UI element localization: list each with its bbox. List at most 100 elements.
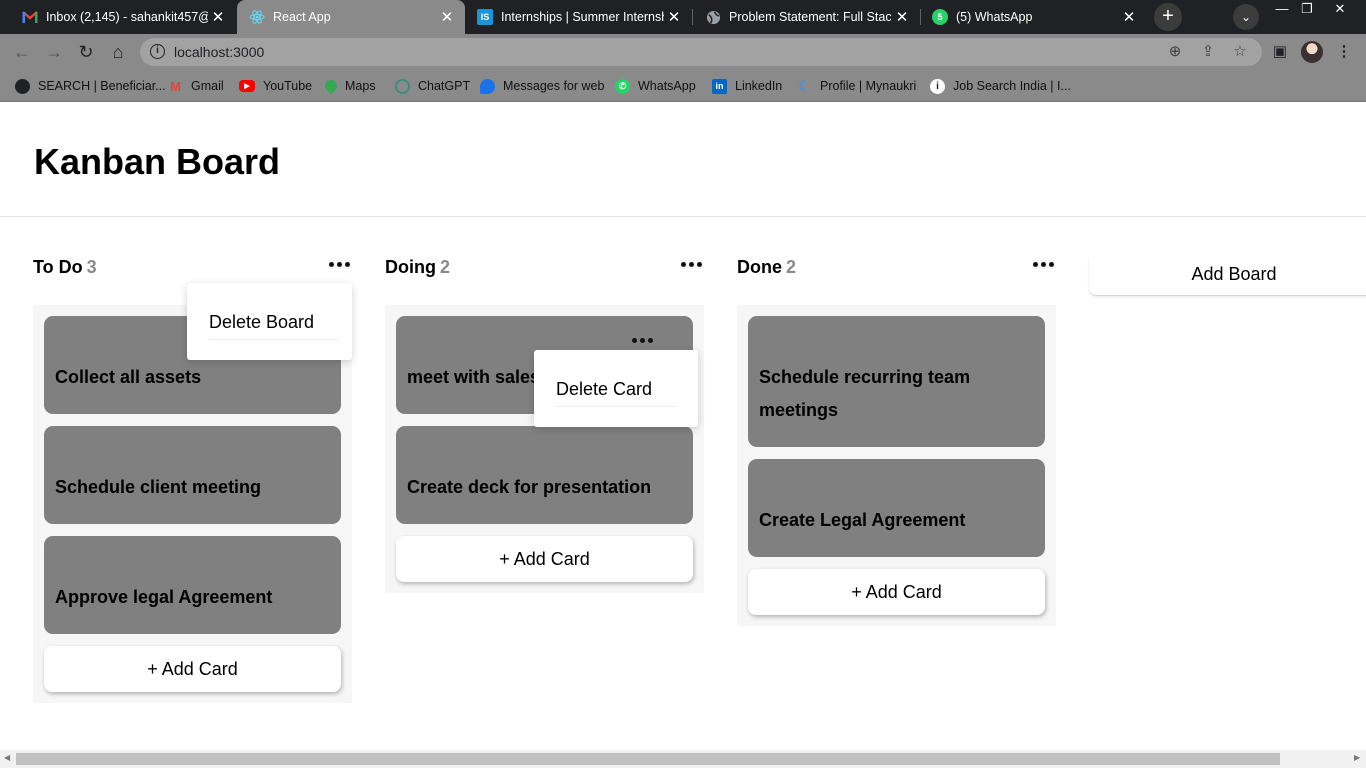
card[interactable]: Schedule recurring team meetings xyxy=(748,316,1045,447)
scroll-left-arrow-icon[interactable]: ◀ xyxy=(4,753,10,762)
new-tab-button[interactable]: + xyxy=(1154,3,1182,31)
board-name: Done xyxy=(737,257,782,277)
tab-search-chevron-icon[interactable]: ⌄ xyxy=(1233,4,1259,30)
card-more-icon[interactable] xyxy=(630,334,654,346)
card[interactable]: Create deck for presentation xyxy=(396,426,693,524)
internshala-icon: IS xyxy=(477,9,493,25)
browser-menu-icon[interactable]: ⋮ xyxy=(1334,42,1354,60)
close-tab-icon[interactable]: ✕ xyxy=(892,8,912,26)
bookmark-label: Profile | Mynaukri xyxy=(820,79,917,93)
home-icon[interactable]: ⌂ xyxy=(106,40,130,64)
bookmark-label: ChatGPT xyxy=(418,79,471,93)
board-title-done: Done 2 xyxy=(737,257,796,278)
board-todo: Collect all assets Schedule client meeti… xyxy=(33,305,352,703)
board-more-icon[interactable] xyxy=(1031,255,1055,273)
bookmark-star-icon[interactable]: ☆ xyxy=(1230,42,1250,60)
board-doing: meet with sales Create deck for presenta… xyxy=(385,305,704,593)
card-title: Schedule client meeting xyxy=(55,477,262,497)
close-tab-icon[interactable]: ✕ xyxy=(437,8,457,26)
board-title-todo: To Do 3 xyxy=(33,257,97,278)
browser-toolbar: ← → ↻ ⌂ i localhost:3000 ⊕ ⇪ ☆ ▣ ⋮ xyxy=(0,34,1366,70)
forward-arrow-icon[interactable]: → xyxy=(42,40,66,64)
add-card-button[interactable]: + Add Card xyxy=(396,536,693,582)
browser-tab-internships[interactable]: IS Internships | Summer Internships ✕ xyxy=(465,0,692,34)
bookmark-label: WhatsApp xyxy=(638,79,696,93)
tab-title: Internships | Summer Internships xyxy=(501,10,664,24)
maps-icon xyxy=(322,77,340,95)
close-window-icon[interactable]: ✕ xyxy=(1323,0,1357,18)
board-title-doing: Doing 2 xyxy=(385,257,450,278)
bookmark-gmail[interactable]: M Gmail xyxy=(168,77,224,95)
card-title: Create Legal Agreement xyxy=(759,510,966,530)
bookmark-whatsapp[interactable]: ✆ WhatsApp xyxy=(615,77,696,95)
tab-title: (5) WhatsApp xyxy=(956,10,1033,24)
tab-separator xyxy=(692,9,693,25)
linkedin-icon: in xyxy=(712,78,727,94)
browser-tab-gmail[interactable]: Inbox (2,145) - sahankit457@gmail.com ✕ xyxy=(10,0,236,34)
horizontal-scrollbar[interactable]: ◀ ▶ xyxy=(0,750,1366,768)
globe-icon xyxy=(705,9,721,25)
tab-title: React App xyxy=(273,10,331,24)
close-tab-icon[interactable]: ✕ xyxy=(208,8,228,26)
app-header: Kanban Board xyxy=(0,103,1366,217)
card-title: meet with sales xyxy=(407,367,541,387)
card-title: Create deck for presentation xyxy=(407,477,652,497)
bookmark-linkedin[interactable]: in LinkedIn xyxy=(712,77,782,95)
scroll-right-arrow-icon[interactable]: ▶ xyxy=(1354,753,1360,762)
card-dropdown-menu: Delete Card xyxy=(534,350,698,427)
bookmark-naukri[interactable]: ☾ Profile | Mynaukri xyxy=(797,77,916,95)
bookmarks-bar: SEARCH | Beneficiar... M Gmail ▶ YouTube… xyxy=(0,70,1366,102)
bookmark-messages[interactable]: Messages for web xyxy=(480,77,604,95)
board-card-count: 2 xyxy=(440,257,451,277)
address-bar[interactable]: i localhost:3000 ⊕ ⇪ ☆ xyxy=(140,38,1262,66)
browser-tab-whatsapp[interactable]: 5 (5) WhatsApp ✕ xyxy=(920,0,1147,34)
back-arrow-icon[interactable]: ← xyxy=(10,40,34,64)
reload-icon[interactable]: ↻ xyxy=(74,40,98,64)
bookmark-maps[interactable]: Maps xyxy=(322,77,376,95)
chatgpt-icon xyxy=(395,78,410,94)
card[interactable]: Schedule client meeting xyxy=(44,426,341,524)
browser-tabstrip: Inbox (2,145) - sahankit457@gmail.com ✕ … xyxy=(0,0,1366,34)
whatsapp-icon: ✆ xyxy=(615,78,630,94)
share-icon[interactable]: ⇪ xyxy=(1198,42,1218,60)
gmail-icon xyxy=(22,9,38,25)
board-done: Schedule recurring team meetings Create … xyxy=(737,305,1056,626)
add-card-button[interactable]: + Add Card xyxy=(748,569,1045,615)
delete-board-option[interactable]: Delete Board xyxy=(209,312,339,340)
bookmark-chatgpt[interactable]: ChatGPT xyxy=(395,77,470,95)
delete-card-option[interactable]: Delete Card xyxy=(556,379,677,407)
restore-icon[interactable]: ❐ xyxy=(1290,0,1324,18)
site-info-icon[interactable]: i xyxy=(150,44,165,59)
board-name: To Do xyxy=(33,257,83,277)
side-panel-icon[interactable]: ▣ xyxy=(1270,42,1290,60)
scrollbar-thumb[interactable] xyxy=(16,753,1280,765)
info-icon: i xyxy=(930,78,945,94)
bookmark-label: Gmail xyxy=(191,79,224,93)
bookmark-youtube[interactable]: ▶ YouTube xyxy=(239,77,312,95)
card-title: Schedule recurring team meetings xyxy=(759,367,971,420)
zoom-icon[interactable]: ⊕ xyxy=(1165,42,1185,60)
bookmark-job-search[interactable]: i Job Search India | I... xyxy=(930,77,1071,95)
close-tab-icon[interactable]: ✕ xyxy=(1119,8,1139,26)
close-tab-icon[interactable]: ✕ xyxy=(664,8,684,26)
card[interactable]: Approve legal Agreement xyxy=(44,536,341,634)
bookmark-label: SEARCH | Beneficiar... xyxy=(38,79,166,93)
bookmark-search-beneficiary[interactable]: SEARCH | Beneficiar... xyxy=(15,77,166,95)
tab-title: Problem Statement: Full Stack xyxy=(729,10,892,24)
board-card-count: 2 xyxy=(786,257,797,277)
browser-tab-react-app[interactable]: React App ✕ xyxy=(237,0,465,34)
board-more-icon[interactable] xyxy=(679,255,703,273)
naukri-icon: ☾ xyxy=(798,77,811,94)
browser-tab-problem-statement[interactable]: Problem Statement: Full Stack ✕ xyxy=(693,0,920,34)
profile-avatar[interactable] xyxy=(1301,41,1323,63)
bookmark-label: Maps xyxy=(345,79,376,93)
board-more-icon[interactable] xyxy=(327,255,351,273)
bookmark-label: YouTube xyxy=(263,79,313,93)
card[interactable]: Create Legal Agreement xyxy=(748,459,1045,557)
add-card-button[interactable]: + Add Card xyxy=(44,646,341,692)
whatsapp-icon: 5 xyxy=(932,9,948,25)
board-card-count: 3 xyxy=(86,257,97,277)
add-board-button[interactable]: Add Board xyxy=(1089,258,1366,296)
url-text: localhost:3000 xyxy=(174,44,265,60)
board-dropdown-menu: Delete Board xyxy=(187,283,352,360)
